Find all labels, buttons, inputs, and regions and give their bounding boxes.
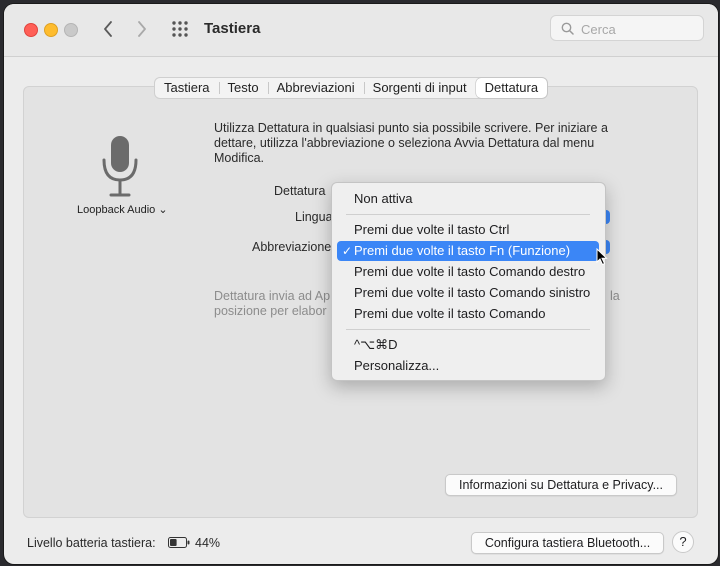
microphone-source-popup[interactable]: Loopback Audio ⌄ <box>77 203 168 216</box>
menu-separator <box>346 329 590 330</box>
language-label: Lingua <box>295 210 333 224</box>
tab-abbreviazioni[interactable]: Abbreviazioni <box>267 78 364 98</box>
menu-item-fn-label: Premi due volte il tasto Fn (Funzione) <box>354 243 571 258</box>
grid-icon <box>172 21 188 37</box>
menu-item-comando[interactable]: Premi due volte il tasto Comando <box>337 304 599 324</box>
chevron-left-icon <box>104 21 112 37</box>
tab-sorgenti-di-input[interactable]: Sorgenti di input <box>363 78 476 98</box>
minimize-window-button[interactable] <box>44 23 58 37</box>
battery-icon <box>168 537 190 548</box>
menu-item-ctrl[interactable]: Premi due volte il tasto Ctrl <box>337 220 599 240</box>
window-title: Tastiera <box>204 20 261 37</box>
battery-percent: 44% <box>195 536 221 550</box>
titlebar: Tastiera <box>4 4 718 57</box>
search-input[interactable] <box>579 19 698 39</box>
menu-item-comando-sinistro[interactable]: Premi due volte il tasto Comando sinistr… <box>337 283 599 303</box>
shortcut-dropdown-menu: Non attiva Premi due volte il tasto Ctrl… <box>331 182 606 381</box>
tab-bar: Tastiera Testo Abbreviazioni Sorgenti di… <box>154 77 549 99</box>
privacy-note: Dettatura invia ad Ap posizione per elab… <box>214 289 334 319</box>
dictation-label: Dettatura <box>274 184 326 198</box>
configure-bluetooth-keyboard-button[interactable]: Configura tastiera Bluetooth... <box>471 532 664 554</box>
battery-level-label: Livello batteria tastiera: <box>27 536 156 550</box>
dictation-privacy-button[interactable]: Informazioni su Dettatura e Privacy... <box>445 474 677 496</box>
tab-tastiera[interactable]: Tastiera <box>155 78 219 98</box>
search-icon <box>561 22 574 35</box>
privacy-note-line2: posizione per elabor <box>214 304 327 318</box>
microphone-icon <box>102 136 138 197</box>
show-all-button[interactable] <box>170 19 190 39</box>
tab-dettatura[interactable]: Dettatura <box>475 78 548 98</box>
dictation-description: Utilizza Dettatura in qualsiasi punto si… <box>214 121 608 165</box>
menu-separator <box>346 214 590 215</box>
tab-testo[interactable]: Testo <box>218 78 268 98</box>
mouse-cursor-icon <box>596 248 608 266</box>
privacy-note-tail: la <box>610 289 620 303</box>
forward-button[interactable] <box>130 16 154 42</box>
search-field[interactable] <box>550 15 704 41</box>
chevron-right-icon <box>138 21 146 37</box>
menu-item-shortcut-combo[interactable]: ^⌥⌘D <box>337 335 599 355</box>
menu-item-personalizza[interactable]: Personalizza... <box>337 356 599 376</box>
back-button[interactable] <box>96 16 120 42</box>
menu-item-comando-destro[interactable]: Premi due volte il tasto Comando destro <box>337 262 599 282</box>
preferences-window: Tastiera Tastiera Testo Abbreviazioni So… <box>4 4 718 564</box>
menu-item-fn[interactable]: ✓ Premi due volte il tasto Fn (Funzione) <box>337 241 599 261</box>
shortcut-label: Abbreviazione <box>252 240 332 254</box>
help-button[interactable]: ? <box>672 531 694 553</box>
zoom-window-button[interactable] <box>64 23 78 37</box>
menu-item-non-attiva[interactable]: Non attiva <box>337 189 599 209</box>
privacy-note-line1: Dettatura invia ad Ap <box>214 289 331 303</box>
checkmark-icon: ✓ <box>342 244 353 258</box>
close-window-button[interactable] <box>24 23 38 37</box>
